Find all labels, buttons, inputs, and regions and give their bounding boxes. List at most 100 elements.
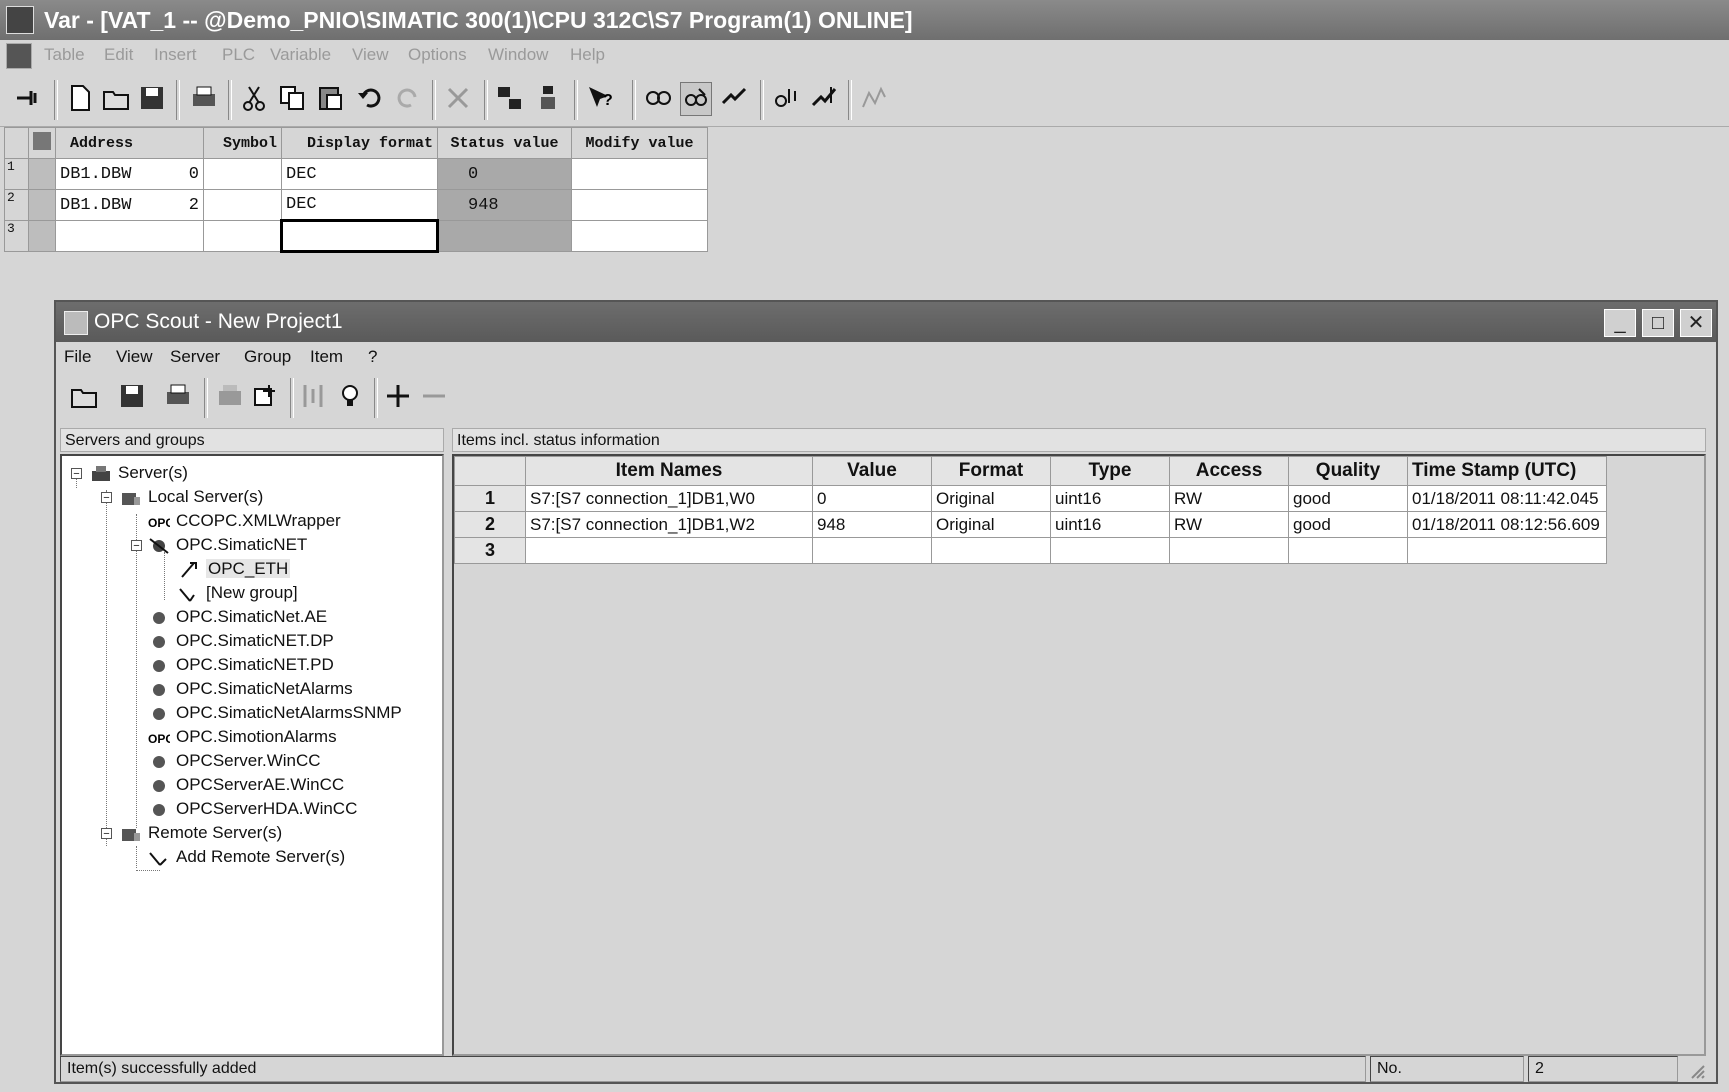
update-monitor-icon[interactable] [770,82,802,116]
items-col-value[interactable]: Value [812,456,932,486]
add-group-icon[interactable] [250,380,282,414]
items-cell-value[interactable] [812,537,932,564]
tree-collapse-servers[interactable]: − [71,468,82,480]
items-cell-timestamp[interactable]: 01/18/2011 08:12:56.609 [1407,511,1607,538]
items-col-format[interactable]: Format [931,456,1051,486]
tree-node-opc-eth[interactable]: OPC_ETH [178,558,291,580]
pin-icon[interactable] [12,82,44,116]
opc-menu-server[interactable]: Server [170,347,220,367]
vat-col-modify-value[interactable]: Modify value [571,127,708,159]
vat-menu-edit[interactable]: Edit [104,45,133,65]
items-cell-type[interactable]: uint16 [1050,485,1170,512]
vat-cell-format[interactable]: DEC [281,189,438,221]
items-cell-value[interactable]: 948 [812,511,932,538]
vat-cell-address[interactable]: DB1.DBW 2 [55,189,204,221]
items-cell-format[interactable]: Original [931,511,1051,538]
vat-cell-symbol[interactable] [203,220,282,252]
monitor-icon[interactable] [532,82,564,116]
items-row[interactable]: 2 S7:[S7 connection_1]DB1,W2 948 Origina… [454,511,1607,538]
items-cell-name[interactable]: S7:[S7 connection_1]DB1,W2 [525,511,813,538]
tree-node-opc-simotionalarms[interactable]: OPC OPC.SimotionAlarms [148,726,337,748]
vat-row[interactable]: 3 [4,219,708,253]
undo-icon[interactable] [354,82,386,116]
vat-menu-table[interactable]: Table [44,45,85,65]
opc-menu-view[interactable]: View [116,347,153,367]
open-folder-icon[interactable] [100,82,132,116]
vat-menu-help[interactable]: Help [570,45,605,65]
lightbulb-icon[interactable] [334,380,366,414]
vat-cell-address[interactable]: DB1.DBW 0 [55,158,204,190]
items-cell-quality[interactable]: good [1288,485,1408,512]
vat-cell-symbol[interactable] [203,189,282,221]
items-cell-format[interactable]: Original [931,485,1051,512]
print-icon[interactable] [188,82,220,116]
items-col-timestamp[interactable]: Time Stamp (UTC) [1407,456,1607,486]
items-cell-name[interactable] [525,537,813,564]
tree-node-opc-simaticnet-pd[interactable]: OPC.SimaticNET.PD [148,654,334,676]
tree-node-opc-simaticnet[interactable]: OPC.SimaticNET [148,534,307,556]
vat-menu-view[interactable]: View [352,45,389,65]
vat-cell-modify[interactable] [571,189,708,221]
vat-cell-symbol[interactable] [203,158,282,190]
tree-node-opcserver-wincc[interactable]: OPCServer.WinCC [148,750,321,772]
tree-collapse-simaticnet[interactable]: − [131,540,142,552]
items-cell-timestamp[interactable]: 01/18/2011 08:11:42.045 [1407,485,1607,512]
opc-menu-item[interactable]: Item [310,347,343,367]
vat-menu-variable[interactable]: Variable [270,45,331,65]
vat-window-title-bar[interactable]: Var - [VAT_1 -- @Demo_PNIO\SIMATIC 300(1… [0,0,1729,40]
connect-icon[interactable] [494,82,526,116]
items-col-type[interactable]: Type [1050,456,1170,486]
save-icon[interactable] [116,380,148,414]
items-cell-access[interactable]: RW [1169,485,1289,512]
tree-node-ccopc-xmlwrapper[interactable]: OPC CCOPC.XMLWrapper [148,510,341,532]
items-row[interactable]: 3 [454,537,1607,564]
vat-menu-insert[interactable]: Insert [154,45,197,65]
resize-grip-icon[interactable] [1686,1060,1706,1080]
items-cell-quality[interactable] [1288,537,1408,564]
maximize-icon[interactable]: □ [1642,309,1674,337]
vat-col-symbol[interactable]: Symbol [203,127,282,159]
delete-icon[interactable] [442,82,474,116]
save-icon[interactable] [136,82,168,116]
connect-server-icon[interactable] [214,380,246,414]
activate-modify-icon[interactable] [808,82,840,116]
vat-row[interactable]: 2 DB1.DBW 2 DEC 948 [4,189,708,221]
opc-menu-file[interactable]: File [64,347,91,367]
tree-collapse-remote[interactable]: − [101,828,112,840]
tree-node-opc-simaticnet-dp[interactable]: OPC.SimaticNET.DP [148,630,334,652]
opc-menu-group[interactable]: Group [244,347,291,367]
cut-icon[interactable] [238,82,270,116]
vat-cell-modify[interactable] [571,220,708,252]
help-pointer-icon[interactable]: ? [584,82,616,116]
opc-window-title-bar[interactable]: OPC Scout - New Project1 _ □ ✕ [56,302,1716,342]
redo-icon[interactable] [392,82,424,116]
open-folder-icon[interactable] [68,380,100,414]
minimize-icon[interactable]: _ [1604,309,1636,337]
trigger-icon[interactable] [858,82,890,116]
tree-node-opc-simaticnetalarms[interactable]: OPC.SimaticNetAlarms [148,678,353,700]
monitor-variable-icon[interactable] [680,82,712,116]
vat-menu-options[interactable]: Options [408,45,467,65]
items-cell-type[interactable]: uint16 [1050,511,1170,538]
close-icon[interactable]: ✕ [1680,309,1712,337]
tree-node-remote-servers[interactable]: Remote Server(s) [120,822,282,844]
tree-node-new-group[interactable]: [New group] [178,582,298,604]
vat-col-display-format[interactable]: Display format [281,127,438,159]
vat-col-status-value[interactable]: Status value [437,127,572,159]
browse-items-icon[interactable] [298,380,330,414]
vat-cell-format-editing[interactable] [280,219,439,253]
copy-icon[interactable] [276,82,308,116]
items-row[interactable]: 1 S7:[S7 connection_1]DB1,W0 0 Original … [454,485,1607,512]
vat-cell-address[interactable] [55,220,204,252]
watch-glasses-icon[interactable] [642,82,674,116]
tree-node-opc-simaticnetalarmssnmp[interactable]: OPC.SimaticNetAlarmsSNMP [148,702,402,724]
new-file-icon[interactable] [64,82,96,116]
remove-item-icon[interactable] [418,380,450,414]
modify-variable-icon[interactable] [718,82,750,116]
items-cell-timestamp[interactable] [1407,537,1607,564]
items-col-item-names[interactable]: Item Names [525,456,813,486]
tree-node-opcserverae-wincc[interactable]: OPCServerAE.WinCC [148,774,344,796]
vat-cell-format[interactable]: DEC [281,158,438,190]
tree-node-add-remote-servers[interactable]: Add Remote Server(s) [148,846,345,868]
items-col-quality[interactable]: Quality [1288,456,1408,486]
